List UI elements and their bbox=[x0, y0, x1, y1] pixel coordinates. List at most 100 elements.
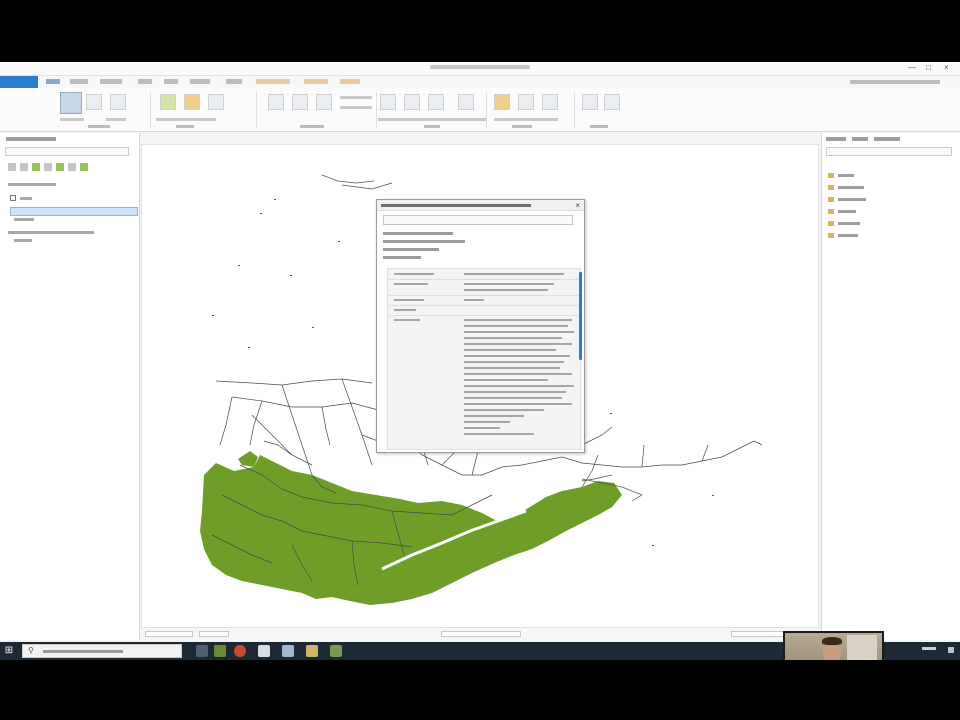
catalog-item[interactable] bbox=[828, 197, 866, 202]
minimize-icon[interactable]: — bbox=[908, 64, 916, 72]
close-icon[interactable]: × bbox=[575, 201, 580, 210]
task-view-icon[interactable] bbox=[196, 645, 208, 657]
folder-icon bbox=[828, 173, 834, 178]
catalog-search-input[interactable] bbox=[826, 147, 952, 156]
taskbar-search-input[interactable]: ⚲ bbox=[22, 644, 182, 658]
vegetation-polygons bbox=[200, 451, 622, 605]
clear-selection-label bbox=[340, 106, 372, 109]
map-tools-group[interactable] bbox=[199, 631, 229, 637]
list-by-labeling-icon[interactable] bbox=[68, 163, 76, 171]
offline-sync-button[interactable] bbox=[604, 94, 620, 110]
view-unplaced-button[interactable] bbox=[518, 94, 534, 110]
catalog-pane bbox=[821, 133, 960, 640]
file-explorer-icon[interactable] bbox=[258, 645, 270, 657]
arcgis-taskbar-icon[interactable] bbox=[214, 645, 226, 657]
infographics-button[interactable] bbox=[428, 94, 444, 110]
ribbon-separator bbox=[256, 92, 257, 128]
standalone-table-row[interactable] bbox=[8, 231, 94, 234]
tab-view[interactable] bbox=[138, 79, 152, 84]
ribbon bbox=[0, 88, 960, 132]
tab-share[interactable] bbox=[226, 79, 242, 84]
list-by-drawing-order-icon[interactable] bbox=[8, 163, 16, 171]
coordinate-conversion-button[interactable] bbox=[458, 94, 474, 110]
catalog-item[interactable] bbox=[828, 209, 856, 214]
popup-scrollbar[interactable] bbox=[579, 272, 582, 360]
app-taskbar-icon[interactable] bbox=[282, 645, 294, 657]
folder-icon bbox=[828, 221, 834, 226]
selected-layer-row[interactable] bbox=[10, 207, 138, 216]
tab-labeling[interactable] bbox=[304, 79, 328, 84]
map-node[interactable] bbox=[20, 197, 32, 200]
more-labels-button[interactable] bbox=[542, 94, 558, 110]
select-by-attributes-button[interactable] bbox=[292, 94, 308, 110]
system-tray bbox=[948, 647, 954, 653]
tab-map[interactable] bbox=[46, 79, 60, 84]
select-features-button[interactable] bbox=[268, 94, 284, 110]
attribute-value bbox=[464, 391, 566, 393]
scale-selector[interactable] bbox=[145, 631, 193, 637]
tab-analysis[interactable] bbox=[100, 79, 122, 84]
attribute-value bbox=[464, 319, 572, 321]
explore-button[interactable] bbox=[60, 92, 82, 114]
list-by-snapping-icon[interactable] bbox=[56, 163, 64, 171]
locate-button[interactable] bbox=[404, 94, 420, 110]
list-by-selection-icon[interactable] bbox=[32, 163, 40, 171]
measure-button[interactable] bbox=[380, 94, 396, 110]
tab-favorites[interactable] bbox=[874, 137, 900, 141]
tab-insert[interactable] bbox=[70, 79, 88, 84]
attribute-value bbox=[464, 289, 548, 291]
list-by-editing-icon[interactable] bbox=[44, 163, 52, 171]
list-by-source-icon[interactable] bbox=[20, 163, 28, 171]
pause-labels-button[interactable] bbox=[494, 94, 510, 110]
maximize-icon[interactable]: □ bbox=[926, 64, 934, 72]
tab-data[interactable] bbox=[340, 79, 360, 84]
catalog-item[interactable] bbox=[828, 221, 860, 226]
ribbon-separator bbox=[486, 92, 487, 128]
desktop-screen: — □ × × ⊞ ⚲ bbox=[0, 62, 960, 660]
attribute-value bbox=[464, 427, 500, 429]
popup-title bbox=[381, 204, 531, 207]
tab-project[interactable] bbox=[0, 76, 38, 88]
add-preset-button[interactable] bbox=[208, 94, 224, 110]
attribute-value bbox=[464, 283, 554, 285]
offline-group-label bbox=[590, 125, 608, 128]
inquiry-group-label bbox=[424, 125, 440, 128]
attribute-value bbox=[464, 273, 564, 275]
tab-portal[interactable] bbox=[852, 137, 868, 141]
basemap-row[interactable] bbox=[14, 239, 32, 242]
close-icon[interactable]: × bbox=[944, 64, 952, 72]
list-by-charts-icon[interactable] bbox=[80, 163, 88, 171]
add-data-button[interactable] bbox=[184, 94, 200, 110]
search-placeholder bbox=[43, 650, 123, 653]
taskbar-clock bbox=[922, 647, 936, 650]
attribute-name bbox=[394, 283, 428, 285]
attribute-value bbox=[464, 379, 548, 381]
catalog-item[interactable] bbox=[828, 233, 858, 238]
tab-project-catalog[interactable] bbox=[826, 137, 846, 141]
map-footer bbox=[141, 627, 819, 640]
basemap-button[interactable] bbox=[160, 94, 176, 110]
tab-edit[interactable] bbox=[164, 79, 178, 84]
tab-feature-layer[interactable] bbox=[256, 79, 290, 84]
catalog-item[interactable] bbox=[828, 173, 854, 178]
ribbon-tab-row bbox=[0, 76, 960, 88]
catalog-item[interactable] bbox=[828, 185, 864, 190]
contents-search-input[interactable] bbox=[5, 147, 129, 156]
attribute-name bbox=[394, 273, 434, 275]
start-icon[interactable]: ⊞ bbox=[2, 644, 16, 658]
feature-selector-combo[interactable] bbox=[383, 215, 573, 225]
map-expand-icon[interactable] bbox=[10, 195, 16, 201]
popup-field-line bbox=[383, 240, 465, 243]
app-taskbar-icon[interactable] bbox=[330, 645, 342, 657]
folder-taskbar-icon[interactable] bbox=[306, 645, 318, 657]
tab-imagery[interactable] bbox=[190, 79, 210, 84]
search-commands[interactable] bbox=[850, 80, 940, 84]
notification-icon[interactable] bbox=[948, 647, 954, 653]
download-map-button[interactable] bbox=[582, 94, 598, 110]
select-by-location-button[interactable] bbox=[316, 94, 332, 110]
clear-button[interactable] bbox=[110, 94, 126, 110]
popup-window[interactable]: × bbox=[376, 199, 585, 453]
select-button[interactable] bbox=[86, 94, 102, 110]
folder-icon bbox=[828, 185, 834, 190]
browser-taskbar-icon[interactable] bbox=[234, 645, 246, 657]
